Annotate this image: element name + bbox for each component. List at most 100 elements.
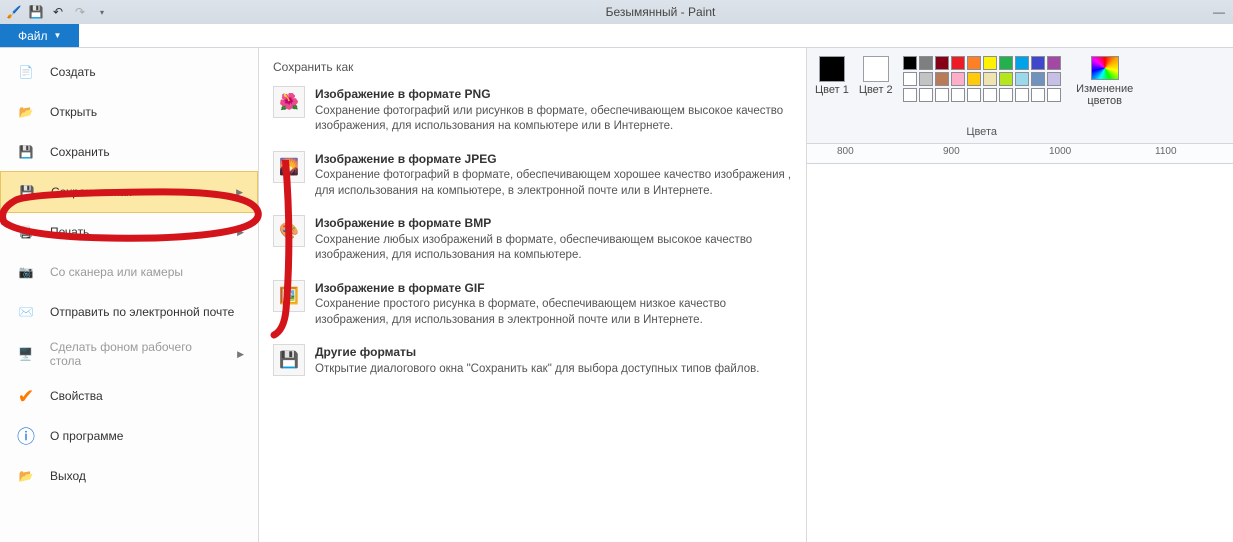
menu-wallpaper-label: Сделать фоном рабочего стола — [50, 340, 225, 368]
scanner-icon: 📷 — [14, 260, 38, 284]
png-desc: Сохранение фотографий или рисунков в фор… — [315, 105, 783, 133]
palette-row-1 — [903, 56, 1061, 70]
color-swatch[interactable] — [951, 72, 965, 86]
color-swatch[interactable] — [999, 88, 1013, 102]
qat-redo-icon[interactable]: ↷ — [72, 4, 88, 20]
drawing-canvas[interactable] — [807, 164, 1233, 542]
png-title: Изображение в формате PNG — [315, 87, 491, 101]
png-icon: 🌺 — [273, 86, 305, 118]
color-swatch[interactable] — [967, 56, 981, 70]
color-swatch[interactable] — [999, 72, 1013, 86]
menu-email[interactable]: ✉️ Отправить по электронной почте — [0, 292, 258, 332]
menu-properties[interactable]: ✔ Свойства — [0, 376, 258, 416]
printer-icon: 🖨️ — [14, 220, 38, 244]
menu-scanner-label: Со сканера или камеры — [50, 265, 183, 279]
submenu-header: Сохранить как — [259, 56, 806, 80]
menu-save[interactable]: 💾 Сохранить — [0, 132, 258, 172]
menu-print[interactable]: 🖨️ Печать ▶ — [0, 212, 258, 252]
color-swatch[interactable] — [1047, 56, 1061, 70]
color-swatch[interactable] — [903, 56, 917, 70]
color-swatch[interactable] — [935, 56, 949, 70]
file-tab[interactable]: Файл ▼ — [0, 24, 79, 47]
ribbon-colors-group: Цвет 1 Цвет 2 Цвета Изменение цветов — [807, 48, 1233, 144]
save-as-gif[interactable]: 🖼️ Изображение в формате GIFСохранение п… — [259, 274, 806, 339]
edit-colors-button[interactable]: Изменение цветов — [1067, 54, 1143, 109]
color-swatch[interactable] — [951, 88, 965, 102]
menu-save-label: Сохранить — [50, 145, 110, 159]
bmp-desc: Сохранение любых изображений в формате, … — [315, 234, 752, 262]
color-swatch[interactable] — [983, 72, 997, 86]
email-icon: ✉️ — [14, 300, 38, 324]
color-swatch[interactable] — [967, 72, 981, 86]
color1-label: Цвет 1 — [815, 84, 849, 96]
file-tab-label: Файл — [18, 29, 48, 43]
save-as-bmp[interactable]: 🎨 Изображение в формате BMP Сохранение лю… — [259, 209, 806, 274]
color-swatch[interactable] — [1031, 72, 1045, 86]
ruler-tick: 800 — [837, 146, 854, 157]
bmp-title: Изображение в формате BMP — [315, 216, 491, 230]
jpeg-desc: Сохранение фотографий в формате, обеспеч… — [315, 169, 791, 197]
menu-new[interactable]: 📄 Создать — [0, 52, 258, 92]
color-swatch[interactable] — [1047, 72, 1061, 86]
color-swatch[interactable] — [1015, 56, 1029, 70]
menu-open[interactable]: 📂 Открыть — [0, 92, 258, 132]
file-menu: 📄 Создать 📂 Открыть 💾 Сохранить 💾 Сохран… — [0, 48, 259, 542]
color-swatch[interactable] — [935, 72, 949, 86]
color-swatch[interactable] — [919, 56, 933, 70]
color-swatch[interactable] — [903, 72, 917, 86]
palette-row-3 — [903, 88, 1061, 102]
color-swatch[interactable] — [1015, 72, 1029, 86]
minimize-button[interactable]: — — [1205, 5, 1233, 19]
color-swatch[interactable] — [999, 56, 1013, 70]
bmp-icon: 🎨 — [273, 215, 305, 247]
color-swatch[interactable] — [1047, 88, 1061, 102]
other-formats-icon: 💾 — [273, 344, 305, 376]
new-file-icon: 📄 — [14, 60, 38, 84]
color-swatch[interactable] — [1031, 56, 1045, 70]
other-desc: Открытие диалогового окна "Сохранить как… — [315, 363, 759, 375]
color-swatch[interactable] — [919, 72, 933, 86]
menu-save-as[interactable]: 💾 Сохранить как ▶ — [0, 171, 258, 213]
color-swatch[interactable] — [919, 88, 933, 102]
rainbow-icon — [1091, 56, 1119, 80]
menu-about-label: О программе — [50, 429, 123, 443]
exit-icon: 📂 — [14, 464, 38, 488]
ruler-tick: 1100 — [1155, 146, 1177, 157]
chevron-right-icon: ▶ — [237, 227, 244, 238]
save-icon: 💾 — [14, 140, 38, 164]
color2-button[interactable]: Цвет 2 — [855, 54, 897, 98]
quick-access-toolbar: 🖌️ 💾 ↶ ↷ ▾ — [0, 4, 116, 20]
qat-dropdown-icon[interactable]: ▾ — [94, 4, 110, 20]
color-palette: Цвета — [899, 54, 1065, 140]
save-as-png[interactable]: 🌺 Изображение в формате PNG Сохранение фо… — [259, 80, 806, 145]
save-as-icon: 💾 — [15, 180, 39, 204]
color-swatch[interactable] — [983, 56, 997, 70]
menu-save-as-label: Сохранить как — [51, 185, 131, 199]
color-swatch[interactable] — [1015, 88, 1029, 102]
menu-wallpaper: 🖥️ Сделать фоном рабочего стола ▶ — [0, 332, 258, 376]
qat-undo-icon[interactable]: ↶ — [50, 4, 66, 20]
edit-colors-label: Изменение цветов — [1075, 83, 1135, 107]
color-swatch[interactable] — [903, 88, 917, 102]
color-swatch[interactable] — [1031, 88, 1045, 102]
color1-button[interactable]: Цвет 1 — [811, 54, 853, 98]
save-as-jpeg[interactable]: 🌄 Изображение в формате JPEGСохранение ф… — [259, 145, 806, 210]
chevron-right-icon: ▶ — [237, 349, 244, 360]
menu-scanner: 📷 Со сканера или камеры — [0, 252, 258, 292]
color-swatch[interactable] — [983, 88, 997, 102]
other-title: Другие форматы — [315, 345, 416, 359]
gif-icon: 🖼️ — [273, 280, 305, 312]
info-icon: ⓘ — [14, 424, 38, 448]
ruler-tick: 900 — [943, 146, 960, 157]
chevron-down-icon: ▼ — [54, 31, 62, 40]
menu-exit[interactable]: 📂 Выход — [0, 456, 258, 496]
checkmark-icon: ✔ — [14, 384, 38, 408]
color-swatch[interactable] — [951, 56, 965, 70]
qat-save-icon[interactable]: 💾 — [28, 4, 44, 20]
save-as-other[interactable]: 💾 Другие форматы Открытие диалогового окн… — [259, 338, 806, 387]
gif-title: Изображение в формате GIF — [315, 281, 485, 295]
color-swatch[interactable] — [935, 88, 949, 102]
color-swatch[interactable] — [967, 88, 981, 102]
palette-group-label: Цвета — [966, 126, 997, 138]
menu-about[interactable]: ⓘ О программе — [0, 416, 258, 456]
